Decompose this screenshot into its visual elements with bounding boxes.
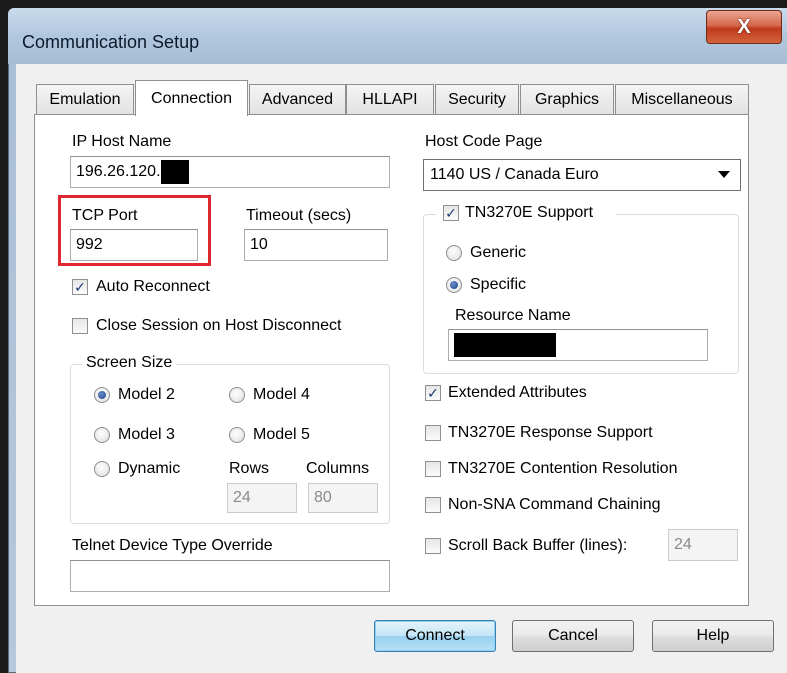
- radio-selected-dot: [98, 391, 106, 399]
- non-sna-label: Non-SNA Command Chaining: [448, 496, 661, 513]
- timeout-value: 10: [250, 236, 268, 253]
- timeout-label: Timeout (secs): [246, 207, 352, 224]
- host-code-page-select[interactable]: 1140 US / Canada Euro: [423, 159, 741, 191]
- model3-label: Model 3: [118, 426, 175, 443]
- tn3270e-support-checkbox[interactable]: ✓: [443, 205, 459, 221]
- scroll-back-label: Scroll Back Buffer (lines):: [448, 537, 628, 554]
- rows-value: 24: [233, 489, 251, 506]
- response-support-checkbox[interactable]: [425, 425, 441, 441]
- model2-label: Model 2: [118, 386, 175, 403]
- columns-label: Columns: [306, 460, 370, 477]
- auto-reconnect-label: Auto Reconnect: [96, 278, 210, 295]
- dynamic-radio[interactable]: [94, 461, 110, 477]
- ip-host-name-input[interactable]: 196.26.120.: [70, 156, 390, 188]
- tab-miscellaneous[interactable]: Miscellaneous: [615, 84, 749, 114]
- screen-size-label: Screen Size: [82, 354, 177, 372]
- specific-radio[interactable]: [446, 277, 462, 293]
- response-support-label: TN3270E Response Support: [448, 424, 653, 441]
- tab-label: Miscellaneous: [631, 90, 733, 108]
- tab-hllapi[interactable]: HLLAPI: [346, 84, 434, 114]
- radio-selected-dot: [450, 281, 458, 289]
- tab-security[interactable]: Security: [435, 84, 519, 114]
- button-label: Help: [696, 627, 730, 644]
- tn3270e-support-label: TN3270E Support: [465, 204, 594, 221]
- help-button[interactable]: Help: [652, 620, 774, 652]
- close-session-label: Close Session on Host Disconnect: [96, 317, 342, 334]
- specific-label: Specific: [470, 276, 527, 293]
- generic-radio[interactable]: [446, 245, 462, 261]
- tab-advanced[interactable]: Advanced: [249, 84, 346, 114]
- tab-label: Security: [448, 90, 506, 108]
- host-code-page-value: 1140 US / Canada Euro: [430, 166, 599, 183]
- tab-label: Emulation: [49, 90, 121, 108]
- close-button[interactable]: X: [706, 10, 782, 44]
- ip-host-name-label: IP Host Name: [72, 133, 172, 150]
- checkmark-icon: ✓: [74, 279, 86, 295]
- non-sna-checkbox[interactable]: [425, 497, 441, 513]
- scroll-back-value: 24: [674, 536, 692, 553]
- connect-button[interactable]: Connect: [374, 620, 496, 652]
- columns-input[interactable]: 80: [308, 483, 378, 513]
- redaction-block: [454, 333, 556, 357]
- rows-label: Rows: [229, 460, 270, 477]
- telnet-device-input[interactable]: [70, 560, 390, 592]
- ip-host-name-value: 196.26.120.: [76, 163, 161, 180]
- highlight-box: [58, 195, 211, 266]
- button-label: Cancel: [548, 627, 598, 644]
- model2-radio[interactable]: [94, 387, 110, 403]
- generic-label: Generic: [470, 244, 527, 261]
- auto-reconnect-checkbox[interactable]: ✓: [72, 279, 88, 295]
- checkmark-icon: ✓: [445, 205, 457, 221]
- contention-resolution-checkbox[interactable]: [425, 461, 441, 477]
- resource-name-input[interactable]: [448, 329, 708, 361]
- rows-input[interactable]: 24: [227, 483, 297, 513]
- contention-resolution-label: TN3270E Contention Resolution: [448, 460, 678, 477]
- model3-radio[interactable]: [94, 427, 110, 443]
- dynamic-label: Dynamic: [118, 460, 181, 477]
- tab-label: Advanced: [261, 90, 334, 108]
- model5-radio[interactable]: [229, 427, 245, 443]
- model4-radio[interactable]: [229, 387, 245, 403]
- chevron-down-icon: [718, 171, 730, 178]
- model4-label: Model 4: [253, 386, 310, 403]
- button-label: Connect: [405, 627, 465, 644]
- model5-label: Model 5: [253, 426, 310, 443]
- close-session-checkbox[interactable]: [72, 318, 88, 334]
- redaction-block: [160, 160, 189, 184]
- close-icon: X: [737, 15, 751, 38]
- tab-graphics[interactable]: Graphics: [520, 84, 614, 114]
- scroll-back-input[interactable]: 24: [668, 529, 738, 561]
- host-code-page-label: Host Code Page: [425, 133, 543, 150]
- resource-name-label: Resource Name: [455, 307, 571, 324]
- tab-connection[interactable]: Connection: [135, 80, 248, 116]
- tab-label: Graphics: [534, 90, 600, 108]
- columns-value: 80: [314, 489, 332, 506]
- tab-label: HLLAPI: [362, 90, 418, 108]
- tab-emulation[interactable]: Emulation: [36, 84, 134, 114]
- scroll-back-checkbox[interactable]: [425, 538, 441, 554]
- timeout-input[interactable]: 10: [244, 229, 388, 261]
- extended-attributes-label: Extended Attributes: [448, 384, 587, 401]
- cancel-button[interactable]: Cancel: [512, 620, 634, 652]
- window-title: Communication Setup: [22, 32, 200, 52]
- telnet-device-label: Telnet Device Type Override: [72, 537, 273, 554]
- tab-label: Connection: [151, 89, 232, 107]
- checkmark-icon: ✓: [427, 385, 439, 401]
- extended-attributes-checkbox[interactable]: ✓: [425, 385, 441, 401]
